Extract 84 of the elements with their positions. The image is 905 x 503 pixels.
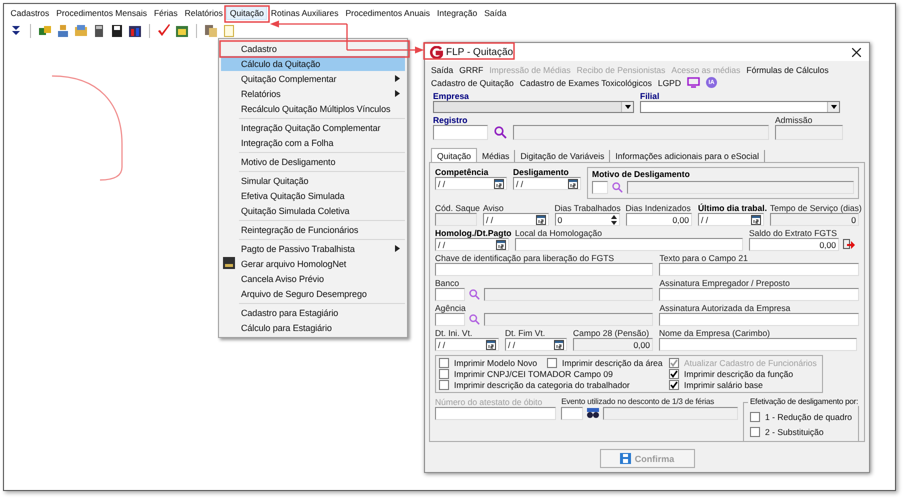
field-label: Dt. Fim Vt. <box>505 328 546 338</box>
checkbox-option[interactable]: Imprimir salário base <box>669 380 819 390</box>
field-label: Motivo de Desligamento <box>592 169 691 179</box>
menu-item[interactable]: Quitação <box>226 6 268 20</box>
checkbox-option[interactable]: Imprimir Modelo Novo <box>439 358 547 368</box>
menu-option[interactable]: Quitação Simulada Coletiva <box>221 203 405 218</box>
field-label: Local da Homologação <box>515 228 603 238</box>
field-label: Dias Trabalhados <box>554 203 620 213</box>
field-label: Assinatura Empregador / Preposto <box>659 278 791 288</box>
field-label: Aviso <box>483 203 505 213</box>
field-label: Assinatura Autorizada da Empresa <box>659 303 792 313</box>
date-field[interactable]: / / <box>513 177 581 190</box>
field-label: Empresa <box>433 91 470 101</box>
field-label: Saldo do Extrato FGTS <box>749 228 838 238</box>
menu-option[interactable]: Cadastro <box>221 41 405 56</box>
checkbox-option[interactable]: Imprimir descrição da área <box>547 358 669 368</box>
field-label: Admissão <box>775 115 814 125</box>
menu-item[interactable]: Férias <box>150 6 182 20</box>
menu-item[interactable]: Relatórios <box>181 6 226 20</box>
menu-option[interactable]: Integração Quitação Complementar <box>221 120 405 135</box>
checkbox-option[interactable]: 2 - Substituição <box>750 427 852 437</box>
readonly-field: 0,00 <box>573 338 653 351</box>
menu-option[interactable]: Quitação Complementar <box>221 71 405 86</box>
menu-option[interactable]: Cálculo da Quitação <box>221 56 405 71</box>
field-label: Homolog./Dt.Pagto <box>435 228 509 238</box>
menu-item[interactable]: GRRF <box>459 64 484 74</box>
checkbox-option[interactable]: Imprimir descrição da categoria do trabalhador <box>439 380 669 390</box>
checkbox-option[interactable]: 1 - Redução de quadro <box>750 412 852 422</box>
readonly-field: 0 <box>770 213 859 226</box>
menu-item[interactable]: Rotinas Auxiliares <box>267 6 342 20</box>
group-title: Efetivação de desligamento por: <box>748 397 860 406</box>
checkbox-option[interactable]: Imprimir CNPJ/CEI TOMADOR Campo 09 <box>439 369 669 379</box>
spin-field[interactable]: 0 <box>554 213 620 226</box>
menu-item[interactable]: Cadastro de Quitação <box>431 78 514 88</box>
menu-item[interactable]: LGPD <box>658 78 681 88</box>
menu-item[interactable]: Integração <box>434 6 481 20</box>
menu-item[interactable]: Saída <box>431 64 454 74</box>
menu-option[interactable]: Recálculo Quitação Múltiplos Vínculos <box>221 101 405 116</box>
field-label: Dt. Ini. Vt. <box>435 328 474 338</box>
field-label: Chave de identificação para liberação do FGTS <box>435 253 616 263</box>
menu-option[interactable]: Cadastro para Estagiário <box>221 305 405 320</box>
number-field[interactable]: 0,00 <box>749 238 839 251</box>
menu-option[interactable]: Arquivo de Seguro Desemprego <box>221 286 405 301</box>
menu-option[interactable]: Efetiva Quitação Simulada <box>221 188 405 203</box>
field-label: Último dia trabal. <box>698 203 764 213</box>
menu-option[interactable]: Relatórios <box>221 86 405 101</box>
window-title: FLP - Quitação <box>446 46 514 58</box>
field-label: Número do atestato de óbito <box>435 397 544 407</box>
date-field[interactable]: / / <box>435 238 509 251</box>
field-label: Banco <box>435 278 460 288</box>
field-label: Filial <box>640 91 660 101</box>
menu-option[interactable]: Reintegração de Funcionários <box>221 222 405 237</box>
date-field[interactable]: / / <box>483 213 548 226</box>
menu-item[interactable]: Fórmulas de Cálculos <box>746 64 829 74</box>
field-label: Desligamento <box>513 167 570 177</box>
field-label: Evento utilizado no desconto de 1/3 de férias <box>561 397 716 407</box>
menu-option[interactable]: Simular Quitação <box>221 173 405 188</box>
menu-option[interactable]: Cálculo para Estagiário <box>221 320 405 335</box>
menu-option[interactable]: Motivo de Desligamento <box>221 154 405 169</box>
field-label: Campo 28 (Pensão) <box>573 328 650 338</box>
menu-option[interactable]: Integração com a Folha <box>221 135 405 150</box>
field-label: Cód. Saque <box>435 203 477 213</box>
menu-option[interactable]: Gerar arquivo HomologNet <box>221 256 405 271</box>
checkbox-option[interactable]: Imprimir descrição da função <box>669 369 819 379</box>
field-label: Agência <box>435 303 467 313</box>
date-field[interactable]: / / <box>505 338 567 351</box>
menu-item[interactable]: Procedimentos Anuais <box>342 6 434 20</box>
date-field[interactable]: / / <box>435 338 499 351</box>
menu-item[interactable]: Procedimentos Mensais <box>52 6 150 20</box>
field-label: Registro <box>433 115 468 125</box>
number-field[interactable]: 0,00 <box>626 213 692 226</box>
menu-option[interactable]: Cancela Aviso Prévio <box>221 271 405 286</box>
tab[interactable]: Quitação <box>431 148 478 162</box>
menu-item[interactable]: Cadastro de Exames Toxicológicos <box>520 78 652 88</box>
menu-item[interactable]: Saída <box>480 6 510 20</box>
date-field[interactable]: / / <box>435 177 507 190</box>
field-label: Texto para o Campo 21 <box>659 253 749 263</box>
menu-option[interactable]: Pagto de Passivo Trabalhista <box>221 241 405 256</box>
field-label: Nome da Empresa (Carimbo) <box>659 328 772 338</box>
date-field[interactable]: / / <box>698 213 764 226</box>
field-label: Dias Indenizados <box>626 203 692 213</box>
menu-item[interactable]: Cadastros <box>7 6 53 20</box>
field-label: Competência <box>435 167 490 177</box>
field-label: Tempo de Serviço (dias) <box>770 203 859 213</box>
